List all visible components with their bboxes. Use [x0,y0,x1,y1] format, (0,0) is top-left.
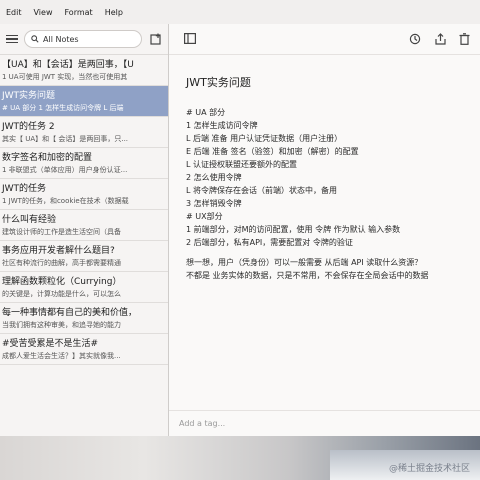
content-line: L 认证授权联盟还要额外的配置 [186,160,297,169]
menu-bar: Edit View Format Help [0,0,480,25]
content-line: L 将令牌保存在会话（前端）状态中，备用 [186,186,337,195]
content-line: 2 后端部分，私有API，需要配置对 令牌的验证 [186,238,353,247]
search-icon [31,35,39,43]
note-title: 理解函数颗粒化（Currying） [2,277,122,287]
menu-help[interactable]: Help [105,8,123,17]
hamburger-icon[interactable] [6,34,18,44]
note-content[interactable]: JWT实务问题 # UA 部分 1 怎样生成访问令牌 L 后端 准备 用户认证凭… [186,74,480,282]
menu-edit[interactable]: Edit [6,8,22,17]
content-line: 3 怎样销毁令牌 [186,199,242,208]
content-line: # UA 部分 [186,108,226,117]
note-item[interactable]: 【UA】和【会话】是两回事，【U 1 UA可使用 JWT 实现，当然也可使用其 [0,55,168,86]
note-item[interactable]: JWT的任务 1 JWT的任务，和cookie在技术（数据载 [0,179,168,210]
trash-icon[interactable] [459,33,470,45]
note-item[interactable]: 事务应用开发者解什么题目? 社区有种流行的曲解，高手都需要精通 [0,241,168,272]
note-preview: 成都人爱生活会生活？】其实就像我... [2,352,121,360]
content-line: 2 怎么使用令牌 [186,173,242,182]
editor-toolbar [169,24,480,55]
content-line: 1 前端部分，对M的访问配置，使用 令牌 作为默认 输入参数 [186,225,401,234]
note-preview: 1 JWT的任务，和cookie在技术（数据载 [2,197,129,205]
content-line: # UX部分 [186,212,223,221]
note-editor: JWT实务问题 # UA 部分 1 怎样生成访问令牌 L 后端 准备 用户认证凭… [169,24,480,436]
note-item[interactable]: #受苦受累是不是生活# 成都人爱生活会生活？】其实就像我... [0,334,168,365]
note-title: 数字签名和加密的配置 [2,153,93,163]
tag-input[interactable]: Add a tag... [169,410,480,436]
note-preview: 建筑设计师的工作是造生活空间（具备 [2,228,121,236]
note-title: 什么叫有经验 [2,215,57,225]
watermark: @稀土掘金技术社区 [388,464,470,474]
new-note-icon[interactable] [150,33,162,45]
note-preview: 1 UA可使用 JWT 实现，当然也可使用其 [2,73,128,81]
note-title: JWT实务问题 [2,91,56,101]
note-heading: JWT实务问题 [186,76,251,89]
menu-view[interactable]: View [34,8,53,17]
note-item[interactable]: JWT的任务 2 其实【 UA】和【 会话】是两回事，只... [0,117,168,148]
tag-placeholder: Add a tag... [179,419,226,428]
note-title: JWT的任务 2 [2,122,55,132]
note-preview: 社区有种流行的曲解，高手都需要精通 [2,259,121,267]
note-preview: # UA 部分 1 怎样生成访问令牌 L 后端 [2,104,124,112]
note-item-selected[interactable]: JWT实务问题 # UA 部分 1 怎样生成访问令牌 L 后端 [0,86,168,117]
note-title: 事务应用开发者解什么题目? [2,246,115,256]
share-icon[interactable] [435,33,446,45]
note-item[interactable]: 什么叫有经验建筑设计师的工作是造生活空间（具备 [0,210,168,241]
notes-sidebar: All Notes 【UA】和【会话】是两回事，【U 1 UA可使用 JWT 实现… [0,24,169,436]
note-preview: 其实【 UA】和【 会话】是两回事，只... [2,135,129,143]
note-title: #受苦受累是不是生活# [2,339,99,349]
content-line: 想一想，用户（凭身份）可以一般需要 从后端 API 读取什么资源？ [186,258,423,267]
note-preview: 的关键是，计算功能是什么，可以怎么 [2,290,121,298]
note-item[interactable]: 数字签名和加密的配置 1 非联盟式（单体应用）用户身份认证... [0,148,168,179]
sidebar-toolbar: All Notes [0,24,168,55]
note-item[interactable]: 理解函数颗粒化（Currying） 的关键是，计算功能是什么，可以怎么 [0,272,168,303]
note-preview: 1 非联盟式（单体应用）用户身份认证... [2,166,128,174]
content-line: E 后端 准备 签名（验签）和加密（解密）的配置 [186,147,359,156]
search-box[interactable]: All Notes [24,30,142,48]
note-item[interactable]: 每一种事情都有自己的美和价值， 当我们拥有这种审美，和追寻她的能力 [0,303,168,334]
note-list: 【UA】和【会话】是两回事，【U 1 UA可使用 JWT 实现，当然也可使用其 J… [0,55,168,365]
note-title: JWT的任务 [2,184,47,194]
content-line: 1 怎样生成访问令牌 [186,121,258,130]
history-icon[interactable] [409,33,421,45]
toggle-sidebar-icon[interactable] [184,33,196,44]
menu-format[interactable]: Format [64,8,92,17]
content-line: L 后端 准备 用户认证凭证数据（用户注册） [186,134,343,143]
search-label: All Notes [43,34,79,44]
note-title: 【UA】和【会话】是两回事，【U [2,60,134,70]
desk-background: @稀土掘金技术社区 [0,436,480,480]
note-title: 每一种事情都有自己的美和价值， [2,308,138,318]
content-line: 不都是 业务实体的数据，只是不常用，不会保存在全局会话中的数据 [186,271,429,280]
note-preview: 当我们拥有这种审美，和追寻她的能力 [2,321,121,329]
